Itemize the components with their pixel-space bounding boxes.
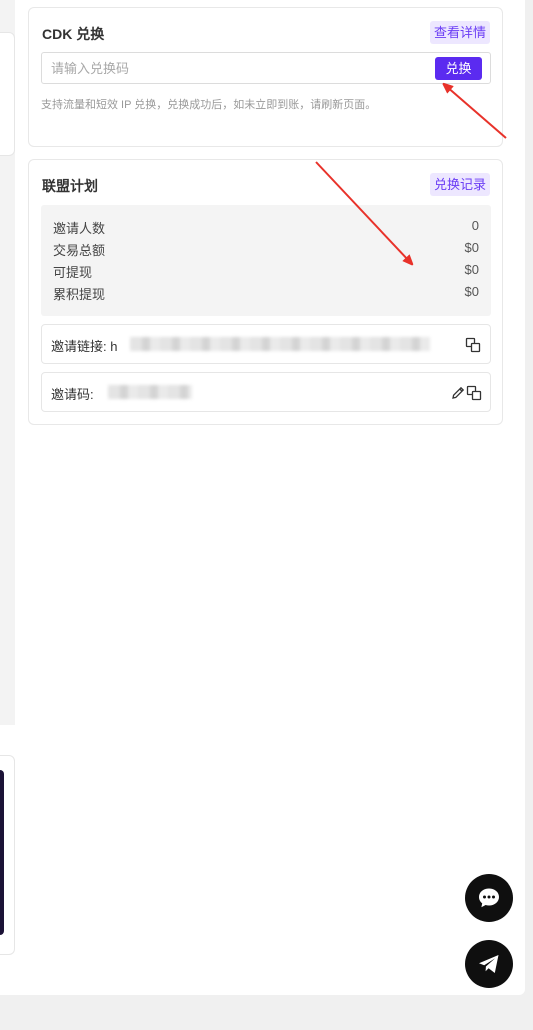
affiliate-card-title: 联盟计划 [42, 178, 98, 194]
left-panel-edge [0, 0, 15, 725]
stat-label: 可提现 [53, 265, 93, 280]
left-card-edge [0, 32, 15, 156]
cdk-card-title: CDK 兑换 [42, 26, 105, 42]
affiliate-program-card: 联盟计划 兑换记录 邀请人数 0 交易总额 $0 可提现 $0 累积提现 $0 … [28, 159, 503, 425]
copy-icon[interactable] [465, 337, 481, 353]
copy-icon[interactable] [466, 385, 482, 401]
paper-plane-icon [479, 955, 499, 973]
cdk-redeem-card: CDK 兑换 查看详情 兑换 支持流量和短效 IP 兑换，兑换成功后，如未立即到… [28, 7, 503, 147]
right-scroll-gutter [525, 0, 533, 995]
redeem-button[interactable]: 兑换 [435, 57, 482, 80]
invite-code-label: 邀请码: [51, 387, 94, 402]
stat-label: 累积提现 [53, 287, 106, 302]
main-panel: CDK 兑换 查看详情 兑换 支持流量和短效 IP 兑换，兑换成功后，如未立即到… [0, 0, 525, 995]
affiliate-stats-box: 邀请人数 0 交易总额 $0 可提现 $0 累积提现 $0 [41, 205, 491, 316]
telegram-button[interactable] [465, 940, 513, 988]
stat-row-invites: 邀请人数 0 [53, 218, 479, 238]
stat-label: 交易总额 [53, 243, 106, 258]
chat-bubble-icon [479, 888, 499, 908]
stat-value: $0 [464, 262, 479, 277]
stat-label: 邀请人数 [53, 221, 106, 236]
stat-row-withdrawable: 可提现 $0 [53, 262, 479, 282]
stat-value: 0 [471, 218, 479, 233]
left-banner-image [0, 770, 4, 935]
invite-code-value-redacted [108, 385, 192, 399]
chat-support-button[interactable] [465, 874, 513, 922]
invite-link-value-redacted [130, 337, 430, 351]
cdk-input-wrapper: 兑换 [41, 52, 491, 84]
invite-code-row: 邀请码: [41, 372, 491, 412]
pencil-icon[interactable] [450, 385, 466, 401]
cdk-hint-text: 支持流量和短效 IP 兑换，兑换成功后，如未立即到账，请刷新页面。 [41, 99, 377, 111]
invite-link-label: 邀请链接: h [51, 339, 118, 354]
cdk-code-input[interactable] [42, 53, 422, 83]
view-details-link[interactable]: 查看详情 [429, 21, 490, 44]
left-banner-card-edge [0, 755, 15, 955]
redeem-records-link[interactable]: 兑换记录 [429, 173, 490, 196]
stat-row-total-volume: 交易总额 $0 [53, 240, 479, 260]
stat-value: $0 [464, 284, 479, 299]
invite-link-row: 邀请链接: h [41, 324, 491, 364]
stat-value: $0 [464, 240, 479, 255]
stat-row-total-withdrawn: 累积提现 $0 [53, 284, 479, 304]
